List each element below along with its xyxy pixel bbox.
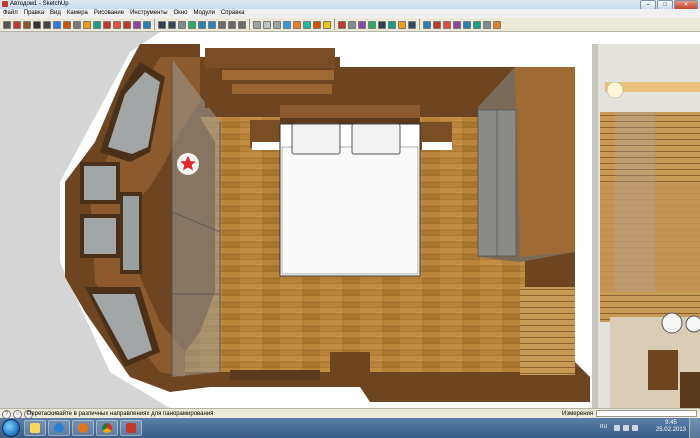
pillow-left	[291, 123, 341, 155]
show-desktop-button[interactable]	[689, 418, 700, 438]
toolbar-separator	[419, 19, 420, 30]
paint-tool-icon[interactable]	[83, 20, 91, 29]
menu-camera[interactable]: Камера	[64, 9, 91, 18]
system-tray: RU 9:45 25.02.2013	[600, 418, 700, 438]
taskbar-sketchup-icon[interactable]	[120, 420, 142, 436]
model-viewport[interactable]	[0, 32, 700, 408]
sink-right	[685, 315, 700, 333]
rotate-tool-icon[interactable]	[113, 20, 121, 29]
sink-left	[661, 312, 683, 334]
make-component-tool-icon[interactable]	[53, 20, 61, 29]
position-camera-tool-icon[interactable]	[218, 20, 226, 29]
previous-tool-icon[interactable]	[198, 20, 206, 29]
clock-time: 9:45	[665, 420, 677, 426]
offset-tool-icon[interactable]	[143, 20, 151, 29]
right-tool-icon[interactable]	[358, 20, 366, 29]
menu-help[interactable]: Справка	[218, 9, 248, 18]
next-tool-icon[interactable]	[208, 20, 216, 29]
info-tool-icon[interactable]	[473, 20, 481, 29]
section-tool-icon[interactable]	[253, 20, 261, 29]
floorplan-drawing	[0, 32, 700, 408]
taskbar-chrome-icon[interactable]	[96, 420, 118, 436]
follow-me-tool-icon[interactable]	[133, 20, 141, 29]
top-tool-icon[interactable]	[338, 20, 346, 29]
menu-plugins[interactable]: Модули	[190, 9, 218, 18]
fog-tool-icon[interactable]	[408, 20, 416, 29]
back-edges-tool-icon[interactable]	[273, 20, 281, 29]
sketchup-app-icon	[2, 1, 8, 7]
help-tool-icon[interactable]	[463, 20, 471, 29]
tray-icons	[614, 425, 638, 431]
styles-tool-icon[interactable]	[453, 20, 461, 29]
rectangle-tool-icon[interactable]	[23, 20, 31, 29]
pillow-right	[351, 123, 401, 155]
front-tool-icon[interactable]	[348, 20, 356, 29]
iso-tool-icon[interactable]	[388, 20, 396, 29]
zoom-extents-tool-icon[interactable]	[188, 20, 196, 29]
wireframe-tool-icon[interactable]	[283, 20, 291, 29]
start-button[interactable]	[2, 419, 20, 437]
menu-draw[interactable]: Рисование	[91, 9, 127, 18]
look-around-tool-icon[interactable]	[238, 20, 246, 29]
toolbar-separator	[154, 19, 155, 30]
taskbar-firefox-icon[interactable]	[72, 420, 94, 436]
menu-edit[interactable]: Правка	[21, 9, 47, 18]
tray-network-icon[interactable]	[623, 425, 629, 431]
back-tool-icon[interactable]	[368, 20, 376, 29]
floor-slats	[520, 287, 575, 375]
scenes-tool-icon[interactable]	[493, 20, 501, 29]
window-controls: – □ ✕	[640, 0, 698, 10]
window-title: Автодом1 - SketchUp	[10, 1, 69, 7]
left-tool-icon[interactable]	[378, 20, 386, 29]
layers-tool-icon[interactable]	[483, 20, 491, 29]
top-shelf-1	[205, 48, 335, 68]
clock-date: 25.02.2013	[655, 427, 686, 433]
circle-tool-icon[interactable]	[33, 20, 41, 29]
marker-star	[176, 152, 200, 175]
menu-view[interactable]: Вид	[47, 9, 64, 18]
orbit-tool-icon[interactable]	[158, 20, 166, 29]
pan-tool-icon[interactable]	[168, 20, 176, 29]
shaded-tool-icon[interactable]	[303, 20, 311, 29]
menu-window[interactable]: Окно	[171, 9, 191, 18]
hidden-line-tool-icon[interactable]	[293, 20, 301, 29]
arc-tool-icon[interactable]	[43, 20, 51, 29]
menu-bar: Файл Правка Вид Камера Рисование Инструм…	[0, 9, 700, 18]
tape-tool-icon[interactable]	[73, 20, 81, 29]
taskbar-explorer-icon[interactable]	[24, 420, 46, 436]
pencil-tool-icon[interactable]	[13, 20, 21, 29]
share-model-tool-icon[interactable]	[433, 20, 441, 29]
tray-flag-icon[interactable]	[614, 425, 620, 431]
main-toolbar	[0, 18, 700, 32]
language-indicator[interactable]: RU	[600, 424, 607, 430]
adjacent-room-wall	[592, 44, 598, 408]
taskbar-media-player-icon[interactable]	[48, 420, 70, 436]
components-tool-icon[interactable]	[443, 20, 451, 29]
clock[interactable]: 9:45 25.02.2013	[656, 420, 686, 434]
push-pull-tool-icon[interactable]	[93, 20, 101, 29]
move-tool-icon[interactable]	[103, 20, 111, 29]
textured-tool-icon[interactable]	[313, 20, 321, 29]
get-models-tool-icon[interactable]	[423, 20, 431, 29]
walk-tool-icon[interactable]	[228, 20, 236, 29]
select-tool-icon[interactable]	[3, 20, 11, 29]
measurements-input[interactable]	[596, 410, 697, 417]
zoom-tool-icon[interactable]	[178, 20, 186, 29]
tray-volume-icon[interactable]	[632, 425, 638, 431]
shadows-tool-icon[interactable]	[398, 20, 406, 29]
toolbar-separator	[249, 19, 250, 30]
menu-tools[interactable]: Инструменты	[127, 9, 170, 18]
xray-tool-icon[interactable]	[263, 20, 271, 29]
eraser-tool-icon[interactable]	[63, 20, 71, 29]
toolbar-separator	[334, 19, 335, 30]
menu-file[interactable]: Файл	[0, 9, 21, 18]
scale-tool-icon[interactable]	[123, 20, 131, 29]
monochrome-tool-icon[interactable]	[323, 20, 331, 29]
taskbar: RU 9:45 25.02.2013	[0, 418, 700, 438]
